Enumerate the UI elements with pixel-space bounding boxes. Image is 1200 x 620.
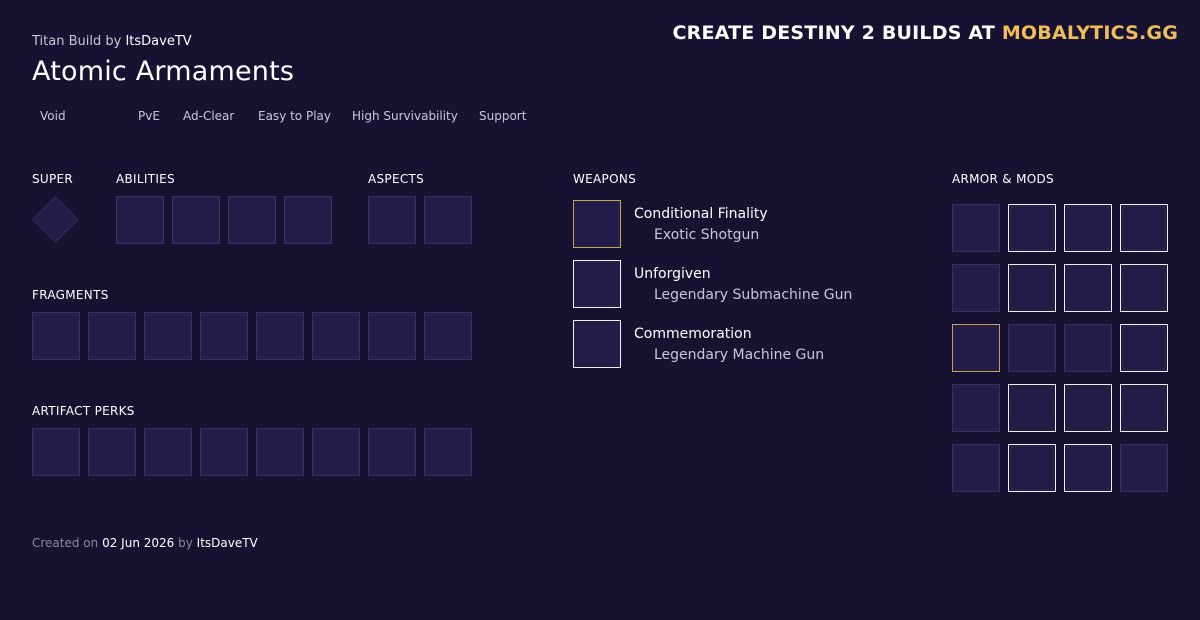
artifact-perk-slot[interactable] xyxy=(144,428,192,476)
fragment-slot[interactable] xyxy=(256,312,304,360)
build-class: Titan Build xyxy=(32,34,102,49)
armor-mod-slot[interactable] xyxy=(1008,324,1056,372)
artifact-perk-slot[interactable] xyxy=(88,428,136,476)
build-title: Atomic Armaments xyxy=(32,56,295,87)
armor-mod-slot[interactable] xyxy=(1064,384,1112,432)
abilities-label: ABILITIES xyxy=(116,172,175,186)
artifact-perks-label: ARTIFACT PERKS xyxy=(32,404,135,418)
weapon-power-slot[interactable] xyxy=(573,320,621,368)
tag-easy-to-play: Easy to Play xyxy=(258,109,331,123)
armor-mod-slot[interactable] xyxy=(1120,324,1168,372)
artifact-perk-slot[interactable] xyxy=(200,428,248,476)
ability-slot[interactable] xyxy=(284,196,332,244)
byline-by: by xyxy=(105,34,122,49)
fragments-label: FRAGMENTS xyxy=(32,288,109,302)
armor-mod-slot[interactable] xyxy=(1064,204,1112,252)
armor-class-item-slot[interactable] xyxy=(952,444,1000,492)
fragment-slot[interactable] xyxy=(200,312,248,360)
weapon-energy-slot[interactable] xyxy=(573,260,621,308)
promo-text: CREATE DESTINY 2 BUILDS AT xyxy=(672,22,995,44)
fragment-slot[interactable] xyxy=(424,312,472,360)
aspects-label: ASPECTS xyxy=(368,172,425,186)
armor-mod-slot[interactable] xyxy=(1120,264,1168,312)
super-label: SUPER xyxy=(32,172,74,186)
weapon-name[interactable]: Commemoration xyxy=(634,326,752,342)
armor-legs-slot[interactable] xyxy=(952,384,1000,432)
weapon-name[interactable]: Unforgiven xyxy=(634,266,711,282)
created-on-label: Created on xyxy=(32,536,99,550)
armor-mod-slot[interactable] xyxy=(1008,444,1056,492)
weapon-kinetic-slot[interactable] xyxy=(573,200,621,248)
created-info: Created on 02 Jun 2026 by ItsDaveTV xyxy=(32,536,258,550)
armor-mod-slot[interactable] xyxy=(1008,264,1056,312)
promo-brand: MOBALYTICS.GG xyxy=(1001,22,1178,44)
weapons-label: WEAPONS xyxy=(573,172,637,186)
weapon-name[interactable]: Conditional Finality xyxy=(634,206,768,222)
ability-slot[interactable] xyxy=(228,196,276,244)
armor-mod-slot[interactable] xyxy=(1120,384,1168,432)
fragment-slot[interactable] xyxy=(32,312,80,360)
armor-chest-slot[interactable] xyxy=(952,324,1000,372)
armor-mod-slot[interactable] xyxy=(1064,444,1112,492)
aspect-slot[interactable] xyxy=(368,196,416,244)
tag-high-survivability: High Survivability xyxy=(352,109,458,123)
armor-mod-slot[interactable] xyxy=(1064,324,1112,372)
armor-mods-label: ARMOR & MODS xyxy=(952,172,1054,186)
tag-support: Support xyxy=(479,109,527,123)
super-slot[interactable] xyxy=(32,196,79,243)
armor-mod-slot[interactable] xyxy=(1064,264,1112,312)
fragment-slot[interactable] xyxy=(312,312,360,360)
armor-mod-slot[interactable] xyxy=(1008,204,1056,252)
aspect-slot[interactable] xyxy=(424,196,472,244)
fragment-slot[interactable] xyxy=(144,312,192,360)
tag-void: Void xyxy=(40,109,66,123)
armor-mod-slot[interactable] xyxy=(1120,204,1168,252)
fragment-slot[interactable] xyxy=(368,312,416,360)
weapon-type: Exotic Shotgun xyxy=(654,227,760,243)
footer-author-link[interactable]: ItsDaveTV xyxy=(197,536,258,550)
author-link[interactable]: ItsDaveTV xyxy=(125,34,191,49)
armor-mod-slot[interactable] xyxy=(1008,384,1056,432)
armor-mod-slot[interactable] xyxy=(1120,444,1168,492)
ability-slot[interactable] xyxy=(172,196,220,244)
footer-by: by xyxy=(178,536,193,550)
armor-helmet-slot[interactable] xyxy=(952,204,1000,252)
artifact-perk-slot[interactable] xyxy=(368,428,416,476)
created-date: 02 Jun 2026 xyxy=(102,536,175,550)
artifact-perk-slot[interactable] xyxy=(32,428,80,476)
weapon-type: Legendary Machine Gun xyxy=(654,347,825,363)
build-byline: Titan Build by ItsDaveTV xyxy=(32,34,192,49)
ability-slot[interactable] xyxy=(116,196,164,244)
tag-pve: PvE xyxy=(138,109,160,123)
armor-arms-slot[interactable] xyxy=(952,264,1000,312)
tag-ad-clear: Ad-Clear xyxy=(183,109,235,123)
artifact-perk-slot[interactable] xyxy=(312,428,360,476)
artifact-perk-slot[interactable] xyxy=(256,428,304,476)
weapon-type: Legendary Submachine Gun xyxy=(654,287,853,303)
fragment-slot[interactable] xyxy=(88,312,136,360)
promo-banner[interactable]: CREATE DESTINY 2 BUILDS AT MOBALYTICS.GG xyxy=(673,22,1178,44)
artifact-perk-slot[interactable] xyxy=(424,428,472,476)
